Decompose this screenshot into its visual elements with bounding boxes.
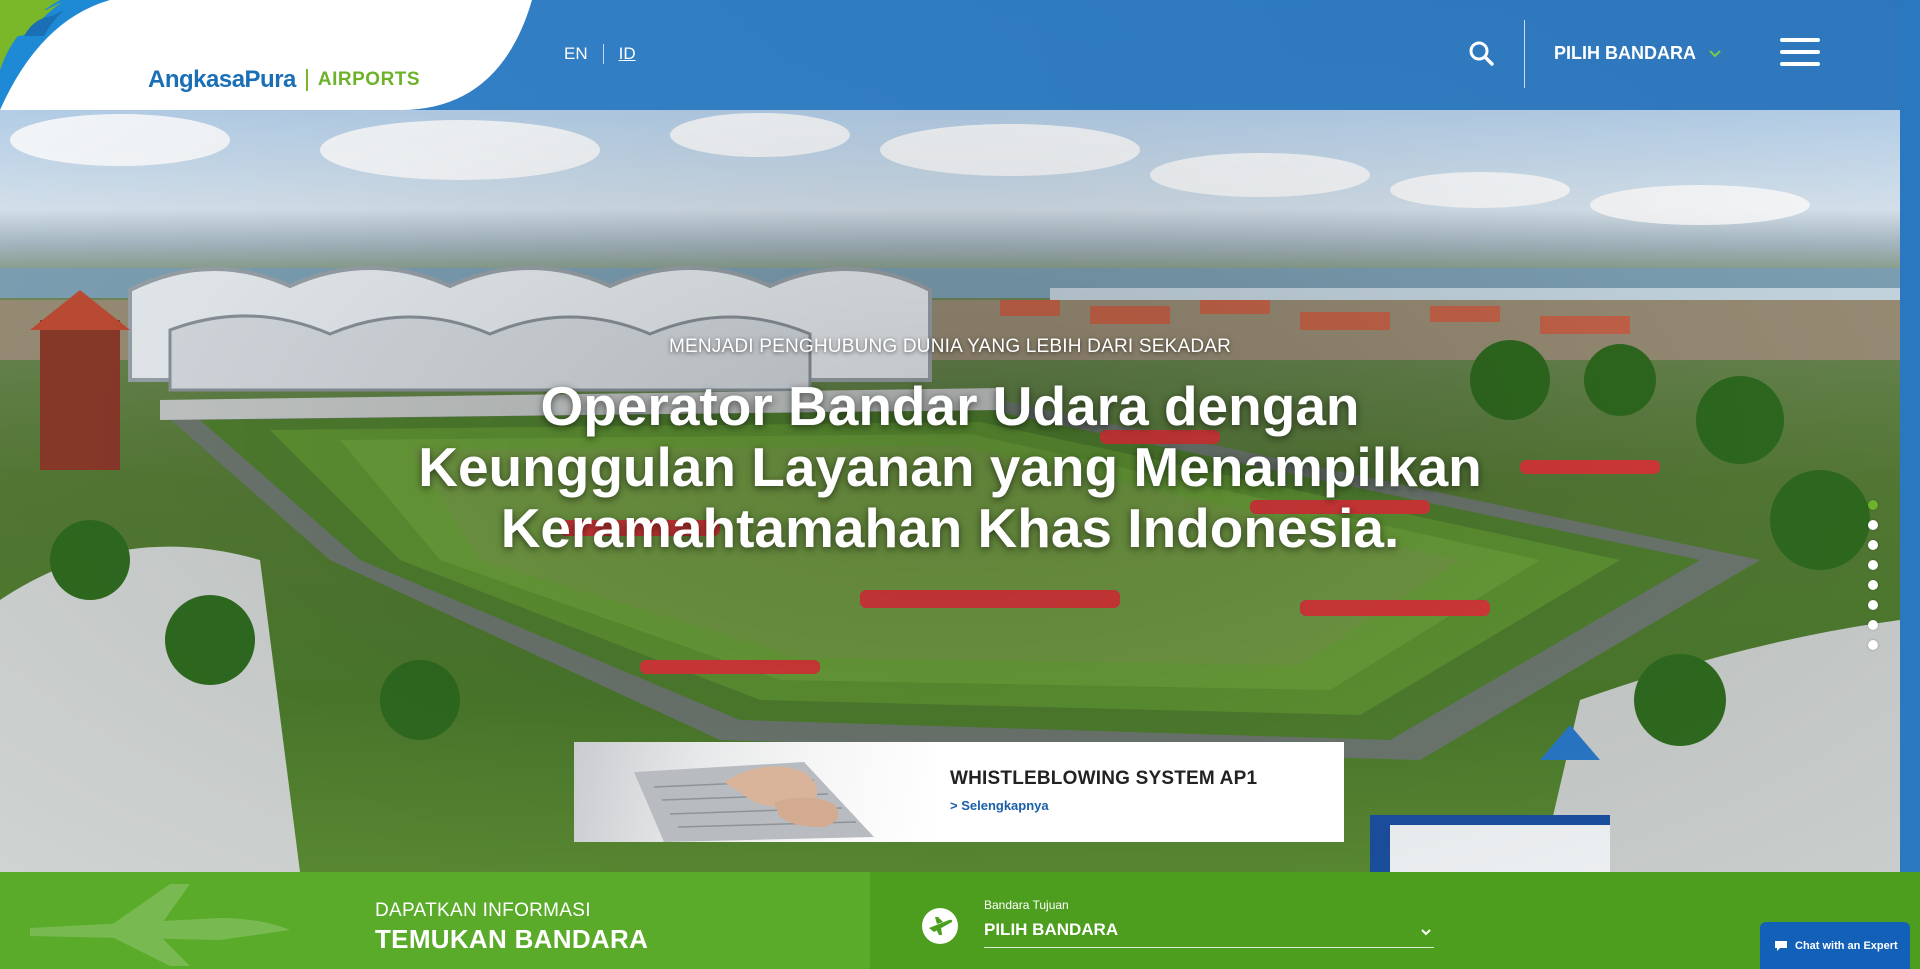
chevron-down-icon [1709,49,1721,57]
chevron-down-icon [1421,929,1431,936]
logo-wordmark: AngkasaPura AIRPORTS [148,66,420,94]
slider-dot[interactable] [1868,580,1878,590]
airport-finder-bar: DAPATKAN INFORMASI TEMUKAN BANDARA Banda… [0,872,1920,969]
finder-title: TEMUKAN BANDARA [375,924,649,954]
language-switcher: EN ID [564,44,636,64]
hero-title: Operator Bandar Udara dengan Keunggulan … [418,375,1482,559]
header-divider [1524,20,1525,88]
airport-select-dropdown[interactable]: PILIH BANDARA [1554,43,1722,64]
destination-airport-select[interactable]: PILIH BANDARA [984,916,1434,948]
slider-dot[interactable] [1868,620,1878,630]
menu-line [1780,62,1820,66]
airport-select-label: PILIH BANDARA [1554,43,1696,63]
finder-kicker: DAPATKAN INFORMASI [375,900,591,921]
promo-image [574,742,936,842]
site-header: AngkasaPura AIRPORTS EN ID PILIH BANDARA [0,0,1900,110]
airplane-icon [922,908,958,944]
chat-with-expert-button[interactable]: Chat with an Expert [1760,922,1910,969]
slider-dot[interactable] [1868,500,1878,510]
destination-value: PILIH BANDARA [984,920,1119,939]
lang-id-link[interactable]: ID [619,44,636,64]
destination-label: Bandara Tujuan [984,898,1069,912]
laptop-typing-image [634,762,874,842]
logo-sub: AIRPORTS [317,69,421,90]
search-icon[interactable] [1468,40,1494,66]
promo-read-more-link[interactable]: > Selengkapnya [950,798,1257,813]
logo-divider [305,69,308,91]
finder-info-panel: DAPATKAN INFORMASI TEMUKAN BANDARA [0,872,870,969]
whistleblowing-promo-card[interactable]: WHISTLEBLOWING SYSTEM AP1 > Selengkapnya [574,742,1344,842]
promo-title: WHISTLEBLOWING SYSTEM AP1 [950,768,1258,789]
chat-bubble-icon [1775,940,1787,951]
hero-text: MENJADI PENGHUBUNG DUNIA YANG LEBIH DARI… [0,336,1900,559]
slider-dot[interactable] [1868,640,1878,650]
slider-pagination [1868,500,1880,660]
airplane-watermark-icon [30,884,290,966]
slider-dot[interactable] [1868,560,1878,570]
hero-kicker: MENJADI PENGHUBUNG DUNIA YANG LEBIH DARI… [668,336,1232,357]
slider-dot[interactable] [1868,520,1878,530]
finder-info: DAPATKAN INFORMASI TEMUKAN BANDARA [375,900,648,955]
chat-label: Chat with an Expert [1795,939,1898,952]
logo-brand: AngkasaPura [148,66,296,93]
hamburger-menu-icon[interactable] [1780,38,1820,70]
promo-body: WHISTLEBLOWING SYSTEM AP1 > Selengkapnya [936,742,1257,842]
logo[interactable]: AngkasaPura AIRPORTS [0,0,532,110]
lang-en-link[interactable]: EN [564,44,588,64]
slider-dot[interactable] [1868,540,1878,550]
lang-divider [602,44,604,64]
slider-dot[interactable] [1868,600,1878,610]
menu-line [1780,50,1820,54]
menu-line [1780,38,1820,42]
logo-mark-icon [8,2,64,38]
